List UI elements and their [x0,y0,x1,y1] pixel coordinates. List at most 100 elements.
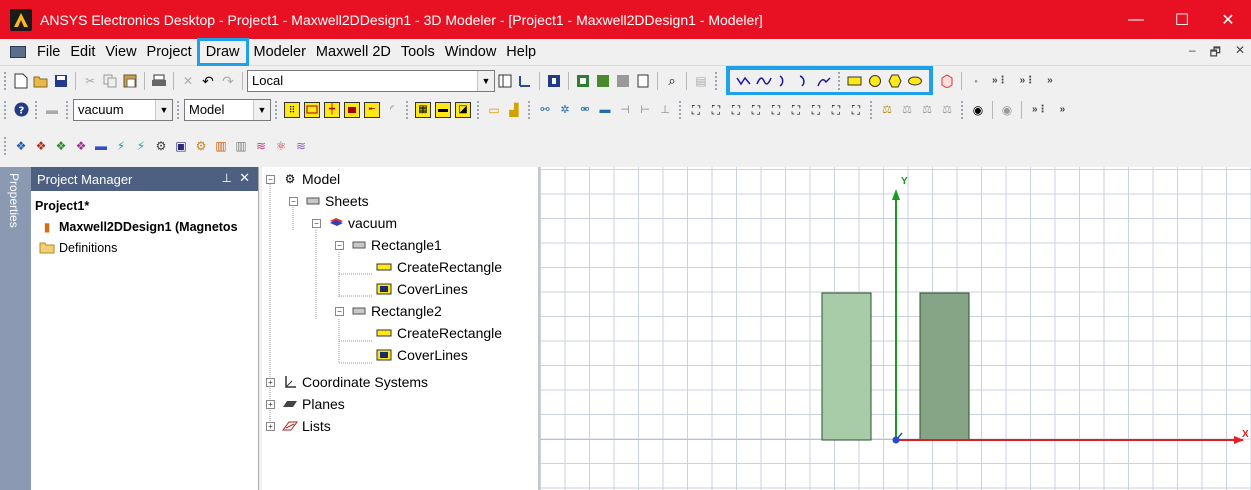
hfss-icon[interactable]: ❖ [13,138,29,154]
validate-icon[interactable] [546,73,562,89]
boundary-icon[interactable]: ▭ [486,102,502,118]
model-mode-select[interactable]: Model ▼ [184,98,271,121]
circuit-icon[interactable]: ▬ [93,138,109,154]
network-data-icon[interactable]: ⚛ [273,138,289,154]
draw-line-icon[interactable] [736,73,752,89]
waveform-icon[interactable]: ≋ [293,138,309,154]
menu-project[interactable]: Project [142,42,197,62]
zoom-in-icon[interactable]: ⛶ [708,102,724,118]
help-icon[interactable]: ? [13,102,29,118]
measure-icon[interactable]: ⚖ [879,102,895,118]
collapse-icon[interactable]: − [266,174,275,184]
expand-icon[interactable]: + [266,421,275,431]
tree-lists-node[interactable]: + Lists [266,415,331,437]
snap-arc-center-icon[interactable]: ◜ [384,102,400,118]
tree-create-rectangle-node[interactable]: CreateRectangle [374,256,502,278]
movement-mode-icon[interactable]: ◪ [455,101,471,118]
visibility-off-icon[interactable]: ◉ [999,102,1015,118]
paste-icon[interactable] [122,73,138,89]
tree-coordinate-systems-node[interactable]: + Coordinate Systems [266,371,428,393]
undo-icon[interactable]: ↶ [200,73,216,89]
emit-icon[interactable]: ⚡ [133,138,149,154]
measure-area-icon[interactable]: ⚖ [919,102,935,118]
close-button[interactable]: ✕ [1205,0,1251,39]
sweep-icon[interactable]: ⊥ [657,102,673,118]
draw-point-icon[interactable]: ◦ [968,73,984,89]
draw-ellipse-icon[interactable] [907,73,923,89]
design-node[interactable]: ▮ Maxwell2DDesign1 (Magnetos [31,216,258,237]
mdi-close-button[interactable]: ✕ [1235,43,1245,64]
menu-help[interactable]: Help [501,42,541,62]
close-icon[interactable]: ✕ [239,170,250,186]
orient-icon[interactable]: ⛶ [788,102,804,118]
tree-model-node[interactable]: − ⚙ Model [266,168,340,190]
draw-rectangle-icon[interactable] [847,73,863,89]
toolbar-overflow-icon[interactable]: »⋮ [1020,75,1036,86]
tree-rectangle1-node[interactable]: − Rectangle1 [335,234,442,256]
measure-volume-icon[interactable]: ⚖ [939,102,955,118]
zoom-icon[interactable]: ⌕ [664,73,680,89]
imprint-icon[interactable]: ▬ [597,102,613,118]
coordinate-system-select[interactable]: Local ▼ [247,69,495,92]
view-iso-icon[interactable]: ⛶ [848,102,864,118]
toolbar-grip[interactable] [4,71,7,90]
redo-icon[interactable]: ↷ [220,73,236,89]
draw-spline-icon[interactable] [756,73,772,89]
coordinate-align-icon[interactable] [517,73,533,89]
view-top-icon[interactable]: ⛶ [828,102,844,118]
analyze-icon[interactable] [575,73,591,89]
snap-edge-center-icon[interactable]: ┿ [324,101,340,118]
siwave-icon[interactable]: ▥ [233,138,249,154]
draw-arc-3point-icon[interactable] [796,73,812,89]
maxwell-3d-icon[interactable]: ❖ [33,138,49,154]
snap-face-center-icon[interactable] [344,101,360,118]
tree-create-rectangle-node[interactable]: CreateRectangle [374,322,502,344]
fit-all-icon[interactable]: ⛶ [688,102,704,118]
mechanical-icon[interactable]: ⚙ [193,138,209,154]
menu-modeler[interactable]: Modeler [249,42,311,62]
chevron-down-icon[interactable]: ▼ [155,99,172,120]
copy-image-icon[interactable]: ▤ [693,73,709,89]
document-icon[interactable] [635,73,651,89]
split-icon[interactable]: ⊣ [617,102,633,118]
field-overlay-icon[interactable] [595,73,611,89]
print-icon[interactable] [151,73,167,89]
q3d-icon[interactable]: ❖ [73,138,89,154]
draw-circle-icon[interactable] [867,73,883,89]
rmxprt-icon[interactable]: ⚙ [153,138,169,154]
mdi-minimize-button[interactable]: – [1189,43,1196,64]
open-icon[interactable] [33,73,49,89]
tree-cover-lines-node[interactable]: CoverLines [374,344,468,366]
tree-sheets-node[interactable]: − Sheets [289,190,369,212]
expand-icon[interactable]: + [266,399,275,409]
draw-regular-polygon-icon[interactable] [887,73,903,89]
menu-window[interactable]: Window [440,42,502,62]
tree-planes-node[interactable]: + Planes [266,393,345,415]
minimize-button[interactable]: — [1113,0,1159,39]
copy-icon[interactable] [102,73,118,89]
simplorer-icon[interactable]: ⚡ [113,138,129,154]
report-icon[interactable] [615,73,631,89]
separate-icon[interactable]: ⊢ [637,102,653,118]
material-select[interactable]: vacuum ▼ [73,98,173,121]
material-icon[interactable]: ▬ [44,102,60,118]
menu-tools[interactable]: Tools [396,42,440,62]
grid-icon[interactable]: ▦ [415,101,431,118]
collapse-icon[interactable]: − [335,240,344,250]
toolbar-overflow-icon[interactable]: »⋮ [1032,104,1048,115]
snap-grid-icon[interactable]: ⠿ [284,101,300,118]
grid-settings-icon[interactable] [497,73,513,89]
menu-maxwell-2d[interactable]: Maxwell 2D [311,42,396,62]
chevron-down-icon[interactable]: ▼ [477,70,494,91]
draw-equation-curve-icon[interactable] [816,73,832,89]
maximize-button[interactable]: ☐ [1159,0,1205,39]
excitation-icon[interactable]: ▟ [506,102,522,118]
draw-3d-box-icon[interactable] [939,73,955,89]
collapse-icon[interactable]: − [335,306,344,316]
toolbar-overflow-icon[interactable]: » [1060,104,1066,115]
cut-icon[interactable]: ✂ [82,73,98,89]
snap-vertex-icon[interactable] [304,101,320,118]
pan-icon[interactable]: ⛶ [748,102,764,118]
menu-draw[interactable]: Draw [196,38,249,66]
zoom-out-icon[interactable]: ⛶ [728,102,744,118]
